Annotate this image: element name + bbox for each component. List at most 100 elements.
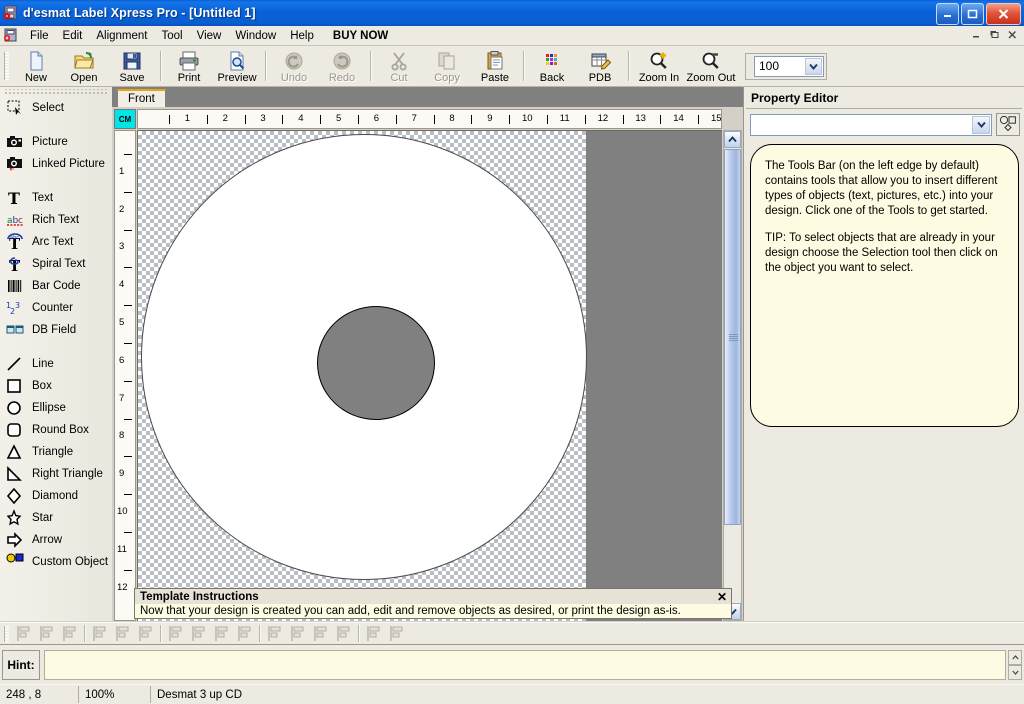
toolbar-separator — [523, 51, 524, 81]
design-canvas[interactable] — [137, 130, 722, 621]
scrollbar-thumb[interactable] — [724, 149, 741, 525]
zoom-out-button[interactable]: Zoom Out — [685, 47, 737, 85]
preview-button[interactable]: Preview — [213, 47, 261, 85]
print-label: Print — [178, 73, 201, 84]
tab-front[interactable]: Front — [117, 89, 166, 107]
tool-right-triangle[interactable]: Right Triangle — [0, 463, 112, 485]
distribute-vertical-button — [309, 624, 332, 643]
toolbar-separator — [160, 51, 161, 81]
tool-rich-text[interactable]: a b c Rich Text — [0, 209, 112, 231]
tool-picture-label: Picture — [32, 136, 68, 148]
label-sheet[interactable] — [138, 131, 586, 621]
application-window: d'esmat Label Xpress Pro - [Untitled 1] … — [0, 0, 1024, 704]
ruler-tick-label: 3 — [260, 113, 265, 124]
tool-custom-object[interactable]: Custom Object — [0, 551, 112, 573]
menu-file[interactable]: File — [23, 28, 56, 44]
new-button[interactable]: New — [12, 47, 60, 85]
bring-to-front-button — [362, 624, 385, 643]
tool-select[interactable]: Select — [0, 97, 112, 119]
ruler-minor-tick — [124, 494, 132, 495]
zoom-level-combo[interactable]: 100 — [754, 56, 824, 77]
property-editor-panel: Property Editor The Tools Bar (on the — [743, 87, 1024, 623]
tool-picture[interactable]: Picture — [0, 131, 112, 153]
pdb-label: PDB — [589, 73, 612, 84]
menu-alignment[interactable]: Alignment — [89, 28, 154, 44]
hint-scroll-spinner[interactable] — [1008, 650, 1022, 680]
ruler-tick-label: 14 — [673, 113, 684, 124]
template-instructions-body: Now that your design is created you can … — [135, 604, 731, 618]
tool-text[interactable]: T Text — [0, 187, 112, 209]
toolbar-grip[interactable] — [4, 52, 9, 80]
distribute-vertical-icon — [311, 624, 330, 644]
menu-help[interactable]: Help — [283, 28, 321, 44]
close-button[interactable] — [986, 3, 1021, 25]
ruler-minor-tick — [124, 305, 132, 306]
object-shapes-button[interactable] — [996, 113, 1020, 136]
canvas-vertical-scrollbar[interactable] — [723, 130, 742, 621]
mdi-restore-button[interactable] — [987, 27, 1002, 42]
spin-up-icon[interactable] — [1008, 650, 1022, 665]
tool-star[interactable]: Star — [0, 507, 112, 529]
mdi-close-button[interactable] — [1005, 27, 1020, 42]
copy-button: Copy — [423, 47, 471, 85]
mdi-minimize-button[interactable] — [969, 27, 984, 42]
menu-edit[interactable]: Edit — [56, 28, 90, 44]
hint-field[interactable] — [44, 650, 1006, 680]
scroll-up-button[interactable] — [724, 131, 741, 148]
redo-arrow-icon — [330, 50, 354, 72]
horizontal-ruler: 123456789101112131415 — [137, 109, 722, 129]
tool-ellipse[interactable]: Ellipse — [0, 397, 112, 419]
object-shapes-icon — [999, 115, 1017, 135]
tool-triangle[interactable]: Triangle — [0, 441, 112, 463]
chevron-down-icon[interactable] — [805, 58, 822, 75]
document-icon[interactable] — [3, 28, 19, 43]
tool-select-label: Select — [32, 102, 64, 114]
tool-line[interactable]: Line — [0, 353, 112, 375]
space-horizontal-button — [164, 624, 187, 643]
maximize-button[interactable] — [961, 3, 984, 25]
align-bottom-button — [134, 624, 157, 643]
zoom-in-button[interactable]: Zoom In — [633, 47, 685, 85]
app-icon — [3, 5, 19, 21]
tool-arrow[interactable]: Arrow — [0, 529, 112, 551]
tool-counter[interactable]: 1 2 3 Counter — [0, 297, 112, 319]
tool-box[interactable]: Box — [0, 375, 112, 397]
align-toolbar-separator — [358, 625, 359, 642]
paste-button[interactable]: Paste — [471, 47, 519, 85]
menu-tool[interactable]: Tool — [155, 28, 190, 44]
back-button[interactable]: Back — [528, 47, 576, 85]
tool-spiral-text[interactable]: T Spiral Text — [0, 253, 112, 275]
tools-panel-grip[interactable] — [4, 89, 108, 96]
menu-window[interactable]: Window — [228, 28, 283, 44]
tool-db-field[interactable]: DB Field — [0, 319, 112, 341]
tool-linked-picture[interactable]: Linked Picture — [0, 153, 112, 175]
cd-disc-shape[interactable] — [141, 134, 587, 580]
pdb-button[interactable]: PDB — [576, 47, 624, 85]
menu-buy-now[interactable]: BUY NOW — [321, 28, 395, 44]
ruler-minor-tick — [124, 230, 132, 231]
close-x-icon[interactable]: ✕ — [717, 590, 727, 604]
print-button[interactable]: Print — [165, 47, 213, 85]
tool-bar-code[interactable]: Bar Code — [0, 275, 112, 297]
cut-label: Cut — [390, 73, 407, 84]
object-select-combo[interactable] — [750, 114, 992, 136]
diamond-shape-icon — [6, 487, 26, 505]
template-instructions-header: Template Instructions ✕ — [135, 589, 731, 604]
chevron-down-icon[interactable] — [972, 116, 990, 134]
tool-round-box[interactable]: Round Box — [0, 419, 112, 441]
align-toolbar-grip[interactable] — [4, 626, 9, 642]
tip-box: The Tools Bar (on the left edge by defau… — [750, 144, 1019, 427]
tool-arc-text[interactable]: T abc Arc Text — [0, 231, 112, 253]
align-center-horizontal-icon — [37, 624, 56, 644]
menu-view[interactable]: View — [190, 28, 229, 44]
tool-diamond[interactable]: Diamond — [0, 485, 112, 507]
right-triangle-shape-icon — [6, 465, 26, 483]
save-button[interactable]: Save — [108, 47, 156, 85]
status-bar: 248 , 8 100% Desmat 3 up CD — [0, 684, 1024, 704]
arc-text-icon: T abc — [6, 233, 26, 251]
cd-center-hole-shape[interactable] — [317, 306, 435, 420]
minimize-button[interactable] — [936, 3, 959, 25]
open-button[interactable]: Open — [60, 47, 108, 85]
ruler-unit-button[interactable]: CM — [114, 109, 136, 129]
spin-down-icon[interactable] — [1008, 665, 1022, 680]
